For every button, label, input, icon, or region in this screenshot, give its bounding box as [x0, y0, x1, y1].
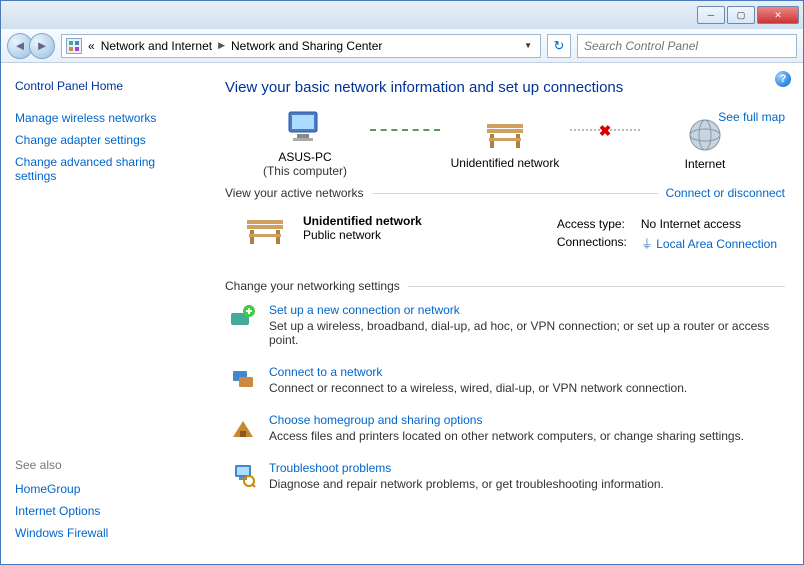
- address-bar[interactable]: « Network and Internet ▶ Network and Sha…: [61, 34, 541, 58]
- network-label: Unidentified network: [451, 156, 560, 170]
- access-type-value: No Internet access: [635, 216, 783, 232]
- connection-link[interactable]: Local Area Connection: [656, 237, 777, 251]
- forward-button[interactable]: ►: [29, 33, 55, 59]
- task-item: Connect to a network Connect or reconnec…: [229, 365, 785, 395]
- network-info: Unidentified network Public network: [303, 214, 533, 255]
- map-node-network: Unidentified network: [440, 118, 570, 170]
- bench-icon: [243, 214, 287, 248]
- search-box[interactable]: [577, 34, 797, 58]
- network-properties: Access type: No Internet access Connecti…: [549, 214, 785, 255]
- seealso-homegroup[interactable]: HomeGroup: [15, 482, 197, 496]
- task-troubleshoot[interactable]: Troubleshoot problems: [269, 461, 664, 475]
- task-desc: Connect or reconnect to a wireless, wire…: [269, 381, 687, 395]
- task-desc: Diagnose and repair network problems, or…: [269, 477, 664, 491]
- sidebar-link-advanced-sharing[interactable]: Change advanced sharing settings: [15, 155, 197, 183]
- breadcrumb-prefix[interactable]: «: [88, 39, 95, 53]
- search-input[interactable]: [584, 39, 790, 53]
- arrow-right-icon: ►: [36, 38, 49, 53]
- body: Control Panel Home Manage wireless netwo…: [1, 63, 803, 564]
- refresh-button[interactable]: ↻: [547, 34, 571, 58]
- sidebar: Control Panel Home Manage wireless netwo…: [1, 63, 211, 564]
- minimize-button[interactable]: ─: [697, 6, 725, 24]
- chevron-right-icon: ▶: [218, 40, 225, 51]
- active-network-type: Public network: [303, 228, 533, 242]
- task-desc: Set up a wireless, broadband, dial-up, a…: [269, 319, 785, 347]
- connection-ok: [370, 129, 440, 131]
- active-networks-label: View your active networks: [225, 186, 364, 200]
- task-item: Set up a new connection or network Set u…: [229, 303, 785, 347]
- troubleshoot-icon: [229, 461, 257, 489]
- network-map: See full map ASUS-PC (This computer) Uni…: [225, 110, 785, 178]
- settings-header: Change your networking settings: [225, 279, 785, 293]
- computer-icon: [283, 110, 327, 146]
- control-panel-home-link[interactable]: Control Panel Home: [15, 79, 197, 93]
- help-icon[interactable]: ?: [775, 71, 791, 87]
- sidebar-link-wireless[interactable]: Manage wireless networks: [15, 111, 197, 125]
- see-also-header: See also: [15, 458, 197, 472]
- homegroup-icon: [229, 413, 257, 441]
- refresh-icon: ↻: [554, 38, 565, 54]
- task-item: Troubleshoot problems Diagnose and repai…: [229, 461, 785, 491]
- active-network-name: Unidentified network: [303, 214, 533, 228]
- breadcrumb-parent[interactable]: Network and Internet: [101, 39, 212, 53]
- network-center-icon: [66, 38, 82, 54]
- new-connection-icon: [229, 303, 257, 331]
- ethernet-icon: ⏚: [641, 237, 653, 251]
- seealso-internet-options[interactable]: Internet Options: [15, 504, 197, 518]
- maximize-button[interactable]: ▢: [727, 6, 755, 24]
- see-full-map-link[interactable]: See full map: [718, 110, 785, 124]
- connect-network-icon: [229, 365, 257, 393]
- sidebar-link-adapter[interactable]: Change adapter settings: [15, 133, 197, 147]
- connection-bad: ✖: [570, 129, 640, 131]
- close-button[interactable]: ✕: [757, 6, 799, 24]
- task-item: Choose homegroup and sharing options Acc…: [229, 413, 785, 443]
- task-list: Set up a new connection or network Set u…: [225, 303, 785, 491]
- connect-disconnect-link[interactable]: Connect or disconnect: [666, 186, 785, 200]
- breadcrumb-current[interactable]: Network and Sharing Center: [231, 39, 382, 53]
- main-content: ? View your basic network information an…: [211, 63, 803, 564]
- seealso-windows-firewall[interactable]: Windows Firewall: [15, 526, 197, 540]
- toolbar: ◄ ► « Network and Internet ▶ Network and…: [1, 29, 803, 63]
- address-dropdown[interactable]: ▼: [520, 41, 536, 50]
- active-networks-header: View your active networks Connect or dis…: [225, 186, 785, 200]
- internet-label: Internet: [685, 157, 726, 171]
- task-connect-network[interactable]: Connect to a network: [269, 365, 687, 379]
- computer-sublabel: (This computer): [263, 164, 347, 178]
- arrow-left-icon: ◄: [14, 38, 27, 53]
- active-network-row: Unidentified network Public network Acce…: [225, 210, 785, 271]
- page-title: View your basic network information and …: [225, 79, 785, 96]
- titlebar: ─ ▢ ✕: [1, 1, 803, 29]
- nav-buttons: ◄ ►: [7, 33, 55, 59]
- connections-label: Connections:: [551, 234, 633, 253]
- bench-icon: [483, 118, 527, 152]
- settings-label: Change your networking settings: [225, 279, 400, 293]
- task-homegroup[interactable]: Choose homegroup and sharing options: [269, 413, 744, 427]
- control-panel-window: ─ ▢ ✕ ◄ ► « Network and Internet ▶ Netwo…: [0, 0, 804, 565]
- x-icon: ✖: [599, 122, 612, 140]
- computer-label: ASUS-PC: [278, 150, 331, 164]
- map-node-computer: ASUS-PC (This computer): [240, 110, 370, 178]
- task-desc: Access files and printers located on oth…: [269, 429, 744, 443]
- task-setup-connection[interactable]: Set up a new connection or network: [269, 303, 785, 317]
- map-node-internet: Internet: [640, 117, 770, 171]
- access-type-label: Access type:: [551, 216, 633, 232]
